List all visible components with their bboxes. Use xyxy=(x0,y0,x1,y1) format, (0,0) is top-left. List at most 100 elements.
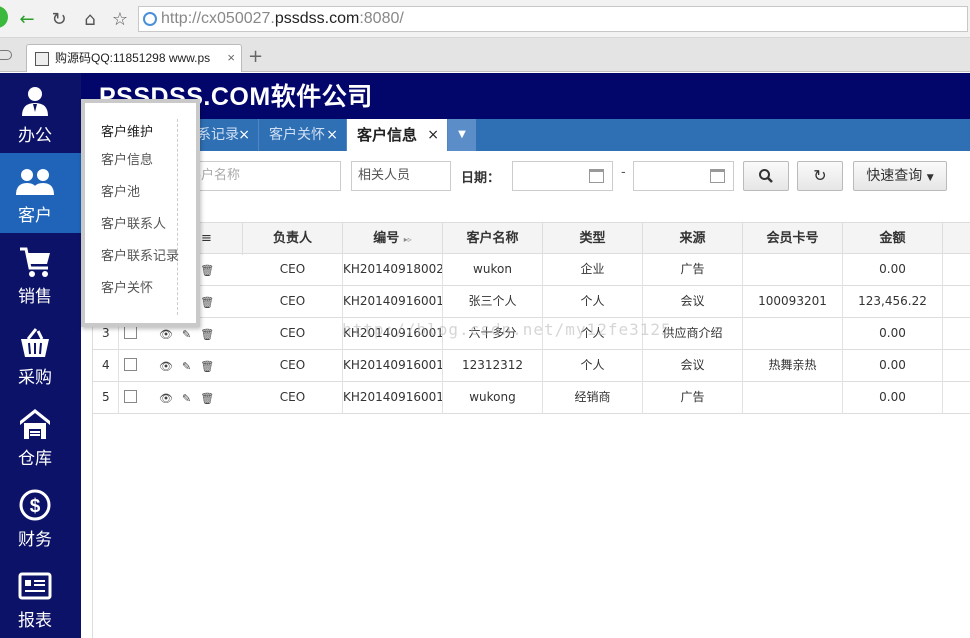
sidebar-item-office[interactable]: 办公 xyxy=(0,73,81,153)
delete-trash-icon[interactable]: 🗑 xyxy=(200,392,214,405)
grid-header-cell[interactable]: 负责人 xyxy=(243,223,343,255)
table-row[interactable]: 5 👁 ✎ 🗑 CEO KH201409160013 wukong 经销商 广告 0… xyxy=(93,382,970,414)
owner-cell: CEO xyxy=(243,286,343,318)
search-icon xyxy=(759,169,773,183)
source-cell: 会议 xyxy=(643,350,743,382)
new-tab-button[interactable]: + xyxy=(248,48,263,66)
tab-close-icon[interactable]: × xyxy=(427,119,439,151)
date-from-input[interactable] xyxy=(512,161,613,191)
grid-header-cell[interactable]: 来源 xyxy=(643,223,743,255)
grid-header-cell[interactable]: 客户名称 xyxy=(443,223,543,255)
edit-pencil-icon[interactable]: ✎ xyxy=(182,392,191,405)
basket-icon xyxy=(0,325,70,361)
card-cell xyxy=(743,318,843,350)
sidebar-label: 客户 xyxy=(18,206,52,226)
browser-tab[interactable]: 购源码QQ:11851298 www.ps × xyxy=(26,44,242,72)
view-eye-icon[interactable]: 👁 xyxy=(159,392,173,405)
home-icon[interactable]: ⌂ xyxy=(79,8,101,30)
table-row[interactable]: 1 👁✎🗑 CEO KH201409180022 wukon 企业 广告 0.0… xyxy=(93,254,970,286)
name-cell: wukong xyxy=(443,382,543,414)
sidebar-item-customers[interactable]: 客户 xyxy=(0,153,81,233)
view-eye-icon[interactable]: 👁 xyxy=(159,328,173,341)
customers-icon xyxy=(0,163,70,199)
tab-label: 客户信息 xyxy=(357,126,418,144)
delete-trash-icon[interactable]: 🗑 xyxy=(200,328,214,341)
sidebar-item-warehouse[interactable]: 仓库 xyxy=(0,396,81,476)
type-cell: 个人 xyxy=(543,286,643,318)
related-person-input[interactable]: 相关人员 xyxy=(351,161,451,191)
submenu-heading: 客户维护 xyxy=(101,125,154,140)
search-button[interactable] xyxy=(743,161,789,191)
grid-header-id[interactable]: 编号 ▸▹ xyxy=(343,223,443,255)
sort-arrow-icon[interactable]: ▸▹ xyxy=(404,235,412,244)
card-cell xyxy=(743,382,843,414)
submenu-item-contact-records[interactable]: 客户联系记录 xyxy=(101,245,179,264)
sidebar-label: 办公 xyxy=(18,126,52,146)
customer-name-input[interactable]: 客户名称 xyxy=(181,161,341,191)
table-row[interactable]: 4 👁 ✎ 🗑 CEO KH201409160014 12312312 个人 会议 … xyxy=(93,350,970,382)
sidebar-label: 财务 xyxy=(18,530,52,550)
report-icon xyxy=(0,568,70,604)
address-bar-input[interactable]: http://cx050027.pssdss.com:8080/ xyxy=(138,6,968,32)
source-cell: 会议 xyxy=(643,286,743,318)
owner-cell: CEO xyxy=(243,318,343,350)
tab-close-icon[interactable]: × xyxy=(326,119,338,151)
submenu-item-contacts[interactable]: 客户联系人 xyxy=(101,213,166,232)
submenu-item-customer-info[interactable]: 客户信息 xyxy=(101,149,153,168)
browser-tab-close-icon[interactable]: × xyxy=(227,45,235,71)
app-root: ← ↻ ⌂ ☆ http://cx050027.pssdss.com:8080/… xyxy=(0,0,970,638)
delete-trash-icon[interactable]: 🗑 xyxy=(200,360,214,373)
source-cell: 广告 xyxy=(643,382,743,414)
sidebar-item-sales[interactable]: 销售 xyxy=(0,234,81,314)
submenu-item-customer-care[interactable]: 客户关怀 xyxy=(101,277,153,296)
app-header: PSSDSS.COM软件公司 xyxy=(81,73,970,119)
edit-pencil-icon[interactable]: ✎ xyxy=(182,360,191,373)
refresh-button[interactable]: ↻ xyxy=(797,161,843,191)
row-actions: 👁 ✎ 🗑 xyxy=(159,350,223,382)
source-cell: 广告 xyxy=(643,254,743,286)
caret-down-icon: ▼ xyxy=(926,173,934,183)
url-host: pssdss.com xyxy=(274,10,360,27)
grid-header-cell[interactable]: 会员卡号 xyxy=(743,223,843,255)
bookmark-star-icon[interactable]: ☆ xyxy=(109,8,131,30)
table-row[interactable]: 2 👁✎🗑 CEO KH201409160016 张三个人 个人 会议 1000… xyxy=(93,286,970,318)
date-to-input[interactable] xyxy=(633,161,734,191)
submenu-item-customer-pool[interactable]: 客户池 xyxy=(101,181,140,200)
delete-trash-icon[interactable]: 🗑 xyxy=(200,264,214,277)
name-cell: wukon xyxy=(443,254,543,286)
delete-trash-icon[interactable]: 🗑 xyxy=(200,296,214,309)
grid-header-cell[interactable]: 类型 xyxy=(543,223,643,255)
back-icon[interactable]: ← xyxy=(16,8,38,30)
row-checkbox[interactable] xyxy=(124,358,137,371)
owner-cell: CEO xyxy=(243,254,343,286)
calendar-icon[interactable] xyxy=(589,169,604,183)
browser-tab-title: 购源码QQ:11851298 www.ps xyxy=(55,51,211,65)
url-prefix: http://cx050027. xyxy=(161,10,275,27)
date-range-separator: - xyxy=(621,165,626,180)
amount-cell: 123,456.22 xyxy=(843,286,943,318)
reload-icon[interactable]: ↻ xyxy=(48,8,70,30)
quick-query-button[interactable]: 快速查询 ▼ xyxy=(853,161,947,191)
sidebar-item-purchase[interactable]: 采购 xyxy=(0,315,81,395)
column-menu-icon[interactable]: ≡ xyxy=(201,223,212,255)
tab-label: 客户关怀 xyxy=(269,127,325,143)
grid-header-cell[interactable]: 金额 xyxy=(843,223,943,255)
sidebar-item-finance[interactable]: $ 财务 xyxy=(0,477,81,557)
tab-customer-info[interactable]: 客户信息 × xyxy=(347,119,448,151)
card-cell xyxy=(743,254,843,286)
blog-watermark: http://blog.csdn.net/my12fe3125 xyxy=(342,320,672,339)
row-checkbox[interactable] xyxy=(124,326,137,339)
edit-pencil-icon[interactable]: ✎ xyxy=(182,328,191,341)
sidebar-item-reports[interactable]: 报表 xyxy=(0,558,81,638)
tab-customer-care[interactable]: 客户关怀 × xyxy=(259,119,347,151)
amount-cell: 0.00 xyxy=(843,350,943,382)
browser-tab-strip: 购源码QQ:11851298 www.ps × + xyxy=(0,38,970,72)
tab-close-icon[interactable]: × xyxy=(238,119,250,151)
row-checkbox[interactable] xyxy=(124,390,137,403)
globe-icon xyxy=(143,12,157,26)
tabs-more-dropdown-icon[interactable]: ▼ xyxy=(448,119,476,151)
refresh-icon: ↻ xyxy=(813,166,827,185)
grid-header-cell-label: 编号 xyxy=(373,231,400,246)
view-eye-icon[interactable]: 👁 xyxy=(159,360,173,373)
calendar-icon[interactable] xyxy=(710,169,725,183)
